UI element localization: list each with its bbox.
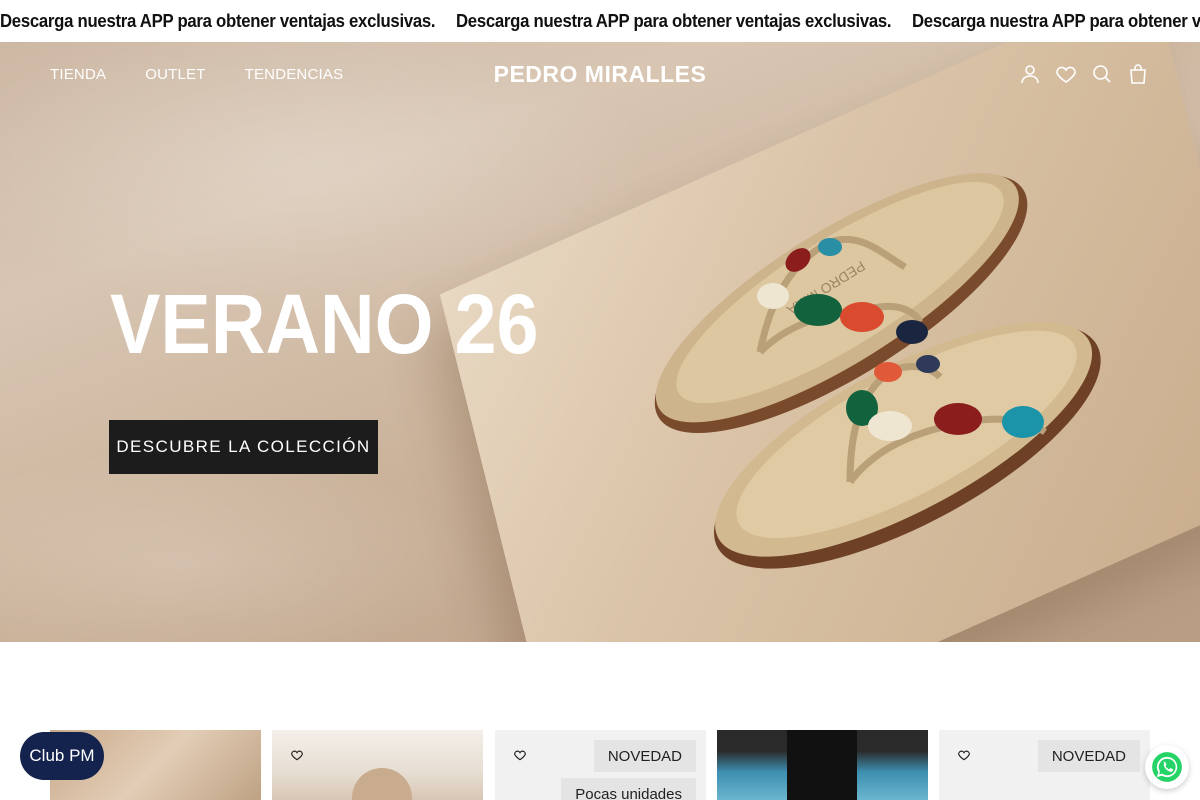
product-image	[352, 768, 412, 800]
brand-logo[interactable]: PEDRO MIRALLES	[494, 61, 707, 88]
announcement-text[interactable]: Descarga nuestra APP para obtener ventaj…	[0, 11, 436, 32]
product-card[interactable]: NOVEDAD	[939, 730, 1150, 800]
bag-icon[interactable]	[1126, 62, 1150, 86]
heart-icon[interactable]	[955, 746, 973, 764]
main-nav: TIENDA OUTLET TENDENCIAS	[50, 42, 382, 106]
heart-icon[interactable]	[1054, 62, 1078, 86]
hero-title: VERANO 26	[110, 277, 539, 371]
novelty-badge: NOVEDAD	[593, 740, 696, 772]
announcement-bar: Descarga nuestra APP para obtener ventaj…	[0, 0, 1200, 42]
product-card[interactable]: NOVEDAD Pocas unidades	[495, 730, 706, 800]
nav-item-tendencias[interactable]: TENDENCIAS	[245, 66, 344, 83]
nav-item-tienda[interactable]: TIENDA	[50, 66, 106, 83]
discover-collection-button[interactable]: DESCUBRE LA COLECCIÓN	[109, 420, 378, 474]
low-stock-badge: Pocas unidades	[561, 778, 696, 800]
user-icon[interactable]	[1018, 62, 1042, 86]
announcement-text[interactable]: Descarga nuestra APP para obtener ventaj…	[456, 11, 892, 32]
novelty-badge: NOVEDAD	[1037, 740, 1140, 772]
club-pm-button[interactable]: Club PM	[20, 732, 104, 780]
product-card[interactable]	[717, 730, 928, 800]
whatsapp-icon[interactable]	[1145, 745, 1189, 789]
heart-icon[interactable]	[511, 746, 529, 764]
product-image	[787, 730, 857, 800]
header-actions	[1018, 42, 1150, 106]
search-icon[interactable]	[1090, 62, 1114, 86]
product-grid: NOVEDAD Pocas unidades NOVEDAD	[50, 730, 1150, 800]
nav-item-outlet[interactable]: OUTLET	[145, 66, 205, 83]
product-card[interactable]	[272, 730, 483, 800]
heart-icon[interactable]	[288, 746, 306, 764]
hero-banner[interactable]: PEDRO MIRA VERANO 26 DESCUBRE LA COLECCI…	[0, 42, 1200, 642]
announcement-text[interactable]: Descarga nuestra APP para obtener ventaj…	[912, 11, 1200, 32]
